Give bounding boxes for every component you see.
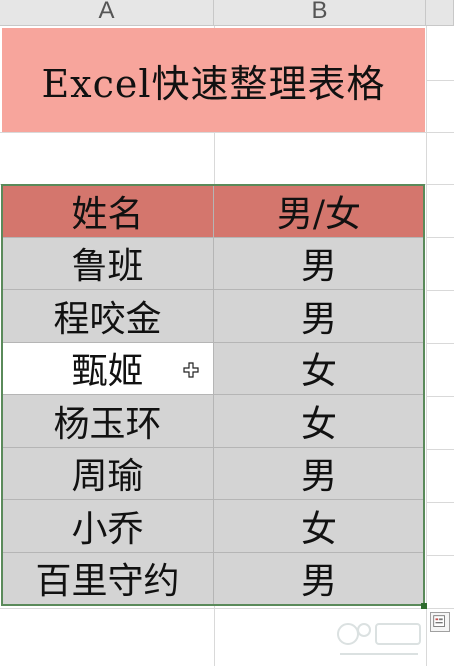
title-cell[interactable]: Excel快速整理表格: [2, 28, 425, 132]
gridline: [426, 26, 427, 666]
table-row: 小乔 女: [2, 500, 425, 553]
title-text: Excel快速整理表格: [41, 61, 386, 106]
name-cell[interactable]: 周瑜: [2, 447, 214, 500]
column-header-b-label: B: [311, 0, 328, 24]
gridline: [0, 608, 454, 609]
column-header-a-label: A: [98, 0, 115, 24]
gridline: [426, 555, 454, 556]
column-header-c[interactable]: [426, 0, 454, 26]
table-header-row: 姓名 男/女: [2, 185, 425, 238]
gender-cell[interactable]: 女: [214, 342, 425, 395]
gender-cell[interactable]: 男: [214, 290, 425, 343]
table-row: 鲁班 男: [2, 237, 425, 290]
gridline: [426, 449, 454, 450]
gridline: [426, 396, 454, 397]
gridline: [0, 132, 454, 133]
gender-cell[interactable]: 女: [214, 500, 425, 553]
column-header-b[interactable]: B: [214, 0, 426, 26]
quick-analysis-button[interactable]: [430, 612, 450, 632]
header-cell-name[interactable]: 姓名: [2, 185, 214, 238]
quick-analysis-icon: [433, 615, 445, 627]
name-cell[interactable]: 程咬金: [2, 290, 214, 343]
gridline: [426, 237, 454, 238]
gridline: [426, 502, 454, 503]
table-row: 杨玉环 女: [2, 395, 425, 448]
table-row: 甄姬 女: [2, 342, 425, 395]
gridline: [426, 343, 454, 344]
move-cursor-icon: [183, 362, 199, 378]
table-row: 周瑜 男: [2, 447, 425, 500]
gridline: [426, 290, 454, 291]
gender-cell[interactable]: 男: [214, 552, 425, 605]
fill-handle[interactable]: [421, 603, 427, 609]
name-cell[interactable]: 杨玉环: [2, 395, 214, 448]
table-row: 程咬金 男: [2, 290, 425, 343]
table-row: 百里守约 男: [2, 552, 425, 605]
gender-cell[interactable]: 男: [214, 447, 425, 500]
gender-cell[interactable]: 女: [214, 395, 425, 448]
gridline: [426, 80, 454, 81]
column-header-a[interactable]: A: [0, 0, 214, 26]
name-cell[interactable]: 小乔: [2, 500, 214, 553]
name-cell[interactable]: 百里守约: [2, 552, 214, 605]
watermark-logo-icon: [337, 623, 421, 655]
name-cell[interactable]: 鲁班: [2, 237, 214, 290]
data-table: 姓名 男/女 鲁班 男 程咬金 男 甄姬 女 杨玉环 女 周瑜 男 小乔 女 百…: [2, 185, 425, 605]
gender-cell[interactable]: 男: [214, 237, 425, 290]
header-cell-gender[interactable]: 男/女: [214, 185, 425, 238]
